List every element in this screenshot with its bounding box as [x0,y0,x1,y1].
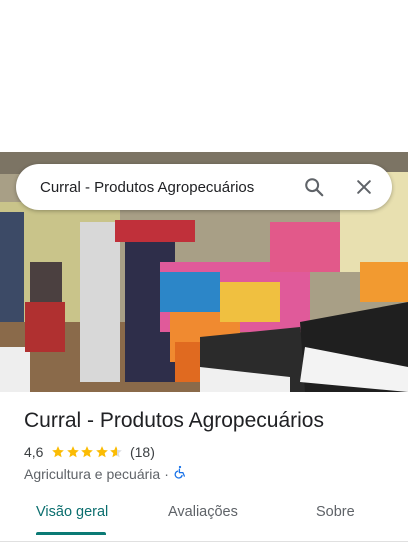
tab-reviews[interactable]: Avaliações [168,504,238,520]
map-blank-area [0,0,408,152]
star-icon [52,446,65,458]
search-bar[interactable]: Curral - Produtos Agropecuários [16,164,392,210]
star-icon [96,446,108,458]
place-title: Curral - Produtos Agropecuários [24,409,324,432]
rating-stars [51,445,124,459]
tab-bar: Visão geral Avaliações Sobre [0,494,408,538]
review-count[interactable]: (18) [130,444,155,460]
tab-overview[interactable]: Visão geral [36,504,108,520]
active-tab-indicator [36,532,106,535]
star-icon [81,446,94,458]
search-icon[interactable] [294,167,334,207]
tab-about[interactable]: Sobre [316,504,355,520]
category-label: Agricultura e pecuária [24,465,161,482]
wheelchair-icon [173,465,187,482]
star-icon [110,446,123,458]
separator: · [164,465,169,482]
category-row: Agricultura e pecuária · [24,465,187,482]
close-icon[interactable] [344,167,384,207]
rating-value: 4,6 [24,444,44,460]
star-icon [67,446,79,458]
search-input[interactable]: Curral - Produtos Agropecuários [40,179,294,196]
divider [0,541,408,542]
rating-row[interactable]: 4,6 (18) [24,444,155,460]
